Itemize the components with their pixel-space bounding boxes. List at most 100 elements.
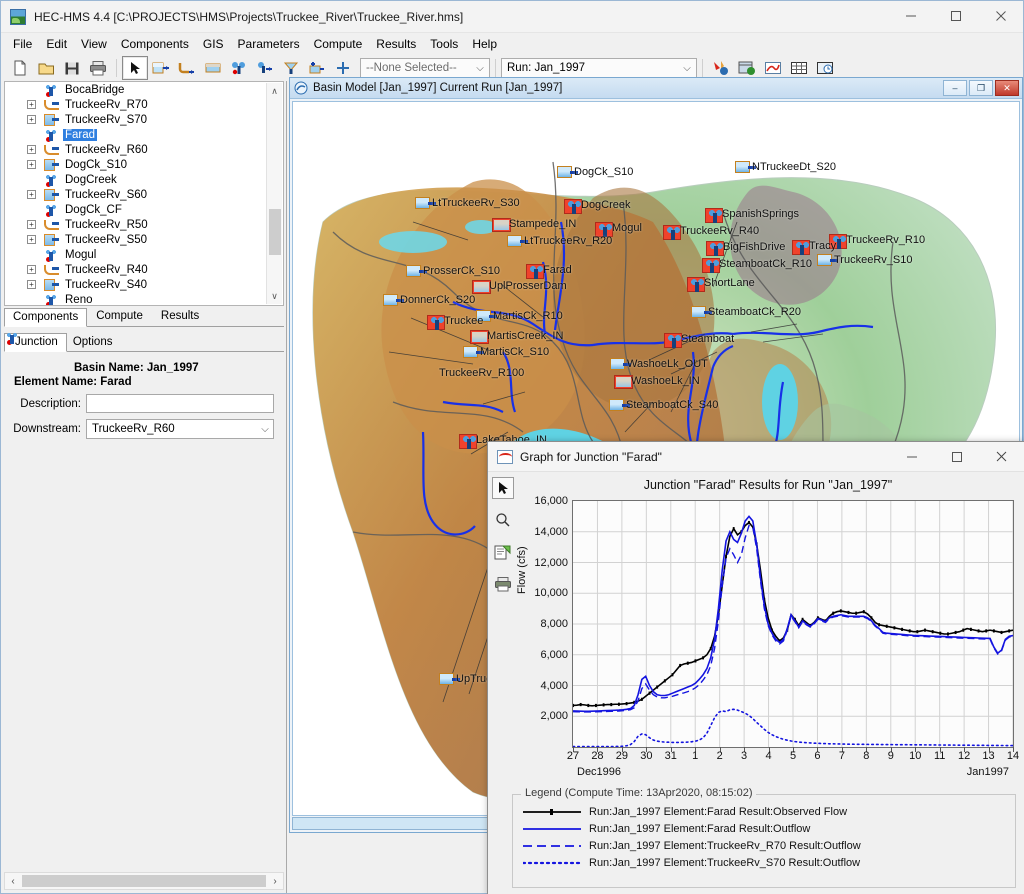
scrollbar-thumb[interactable]	[269, 209, 281, 255]
menu-components[interactable]: Components	[114, 35, 196, 53]
tab-compute[interactable]: Compute	[87, 307, 152, 326]
expand-icon[interactable]: +	[27, 115, 36, 124]
subbasin-icon[interactable]	[610, 358, 625, 370]
junction-icon[interactable]	[664, 333, 682, 348]
expand-icon[interactable]: +	[27, 100, 36, 109]
maximize-button[interactable]	[933, 1, 978, 32]
magnifier-icon[interactable]	[492, 509, 514, 531]
tree-item-truckeerv_r70[interactable]: +TruckeeRv_R70	[5, 97, 283, 112]
scroll-right-arrow[interactable]: ›	[267, 876, 283, 887]
tree-item-reno[interactable]: Reno	[5, 292, 283, 306]
arrow-select-icon[interactable]	[122, 56, 148, 80]
new-project-icon[interactable]	[7, 56, 33, 80]
expand-icon[interactable]: +	[27, 145, 36, 154]
scroll-down-arrow[interactable]: ∨	[267, 288, 282, 304]
tree-item-truckeerv_r50[interactable]: +TruckeeRv_R50	[5, 217, 283, 232]
tree-item-truckeerv_s60[interactable]: +TruckeeRv_S60	[5, 187, 283, 202]
menu-file[interactable]: File	[6, 35, 39, 53]
junction-icon[interactable]	[459, 434, 477, 449]
junction-icon[interactable]	[705, 208, 723, 223]
subbasin-icon[interactable]	[609, 399, 624, 411]
open-project-icon[interactable]	[33, 56, 59, 80]
subbasin-icon[interactable]	[691, 306, 706, 318]
basin-minimize-button[interactable]: –	[943, 80, 967, 96]
graph-minimize-button[interactable]	[889, 442, 934, 471]
junction-icon[interactable]	[706, 241, 724, 256]
junction-icon[interactable]	[702, 258, 720, 273]
subbasin-icon[interactable]	[557, 166, 572, 178]
junction-tool-icon[interactable]	[226, 56, 252, 80]
chart-plot-box[interactable]: 2,0004,0006,0008,00010,00012,00014,00016…	[572, 500, 1014, 748]
subbasin-icon[interactable]	[383, 294, 398, 306]
expand-icon[interactable]: +	[27, 190, 36, 199]
run-select-combo[interactable]: Run: Jan_1997 ⌵	[501, 58, 697, 78]
subbasin-icon[interactable]	[507, 235, 522, 247]
junction-icon[interactable]	[526, 264, 544, 279]
tree-item-farad[interactable]: Farad	[5, 127, 283, 142]
arrow-pointer-icon[interactable]	[492, 477, 514, 499]
menu-help[interactable]: Help	[465, 35, 504, 53]
tree-item-dogck_s10[interactable]: +DogCk_S10	[5, 157, 283, 172]
description-field[interactable]	[86, 394, 274, 413]
menu-tools[interactable]: Tools	[423, 35, 465, 53]
scroll-up-arrow[interactable]: ∧	[267, 83, 282, 99]
print-icon[interactable]	[492, 573, 514, 595]
watershed-explorer-tree[interactable]: BocaBridge+TruckeeRv_R70+TruckeeRv_S70Fa…	[4, 81, 284, 306]
tree-item-truckeerv_r40[interactable]: +TruckeeRv_R40	[5, 262, 283, 277]
menu-compute[interactable]: Compute	[307, 35, 370, 53]
tree-item-truckeerv_s40[interactable]: +TruckeeRv_S40	[5, 277, 283, 292]
subbasin-icon[interactable]	[735, 161, 750, 173]
menu-gis[interactable]: GIS	[196, 35, 231, 53]
tree-item-dogck_cf[interactable]: DogCk_CF	[5, 202, 283, 217]
tab-results[interactable]: Results	[152, 307, 208, 326]
subbasin-icon[interactable]	[817, 254, 832, 266]
subbasin-tool-icon[interactable]	[148, 56, 174, 80]
junction-icon[interactable]	[792, 240, 810, 255]
basin-close-button[interactable]: ✕	[995, 80, 1019, 96]
subbasin-icon[interactable]	[415, 197, 430, 209]
expand-icon[interactable]: +	[27, 160, 36, 169]
minimize-button[interactable]	[888, 1, 933, 32]
tree-item-truckeerv_s50[interactable]: +TruckeeRv_S50	[5, 232, 283, 247]
tree-item-dogcreek[interactable]: DogCreek	[5, 172, 283, 187]
element-select-combo[interactable]: --None Selected-- ⌵	[360, 58, 490, 78]
tab-components[interactable]: Components	[4, 308, 87, 327]
menu-results[interactable]: Results	[369, 35, 423, 53]
tree-item-truckeerv_s70[interactable]: +TruckeeRv_S70	[5, 112, 283, 127]
tree-vertical-scrollbar[interactable]: ∧ ∨	[266, 83, 282, 304]
expand-icon[interactable]: +	[27, 280, 36, 289]
tree-item-truckeerv_r60[interactable]: +TruckeeRv_R60	[5, 142, 283, 157]
junction-icon[interactable]	[663, 225, 681, 240]
diversion-tool-icon[interactable]	[252, 56, 278, 80]
subbasin-icon[interactable]	[463, 346, 478, 358]
scroll-left-arrow[interactable]: ‹	[5, 876, 21, 887]
tree-item-bocabridge[interactable]: BocaBridge	[5, 82, 283, 97]
menu-parameters[interactable]: Parameters	[231, 35, 307, 53]
tab-options[interactable]: Options	[67, 334, 121, 351]
subbasin-icon[interactable]	[439, 673, 454, 685]
close-button[interactable]	[978, 1, 1023, 32]
junction-icon[interactable]	[564, 199, 582, 214]
save-project-icon[interactable]	[59, 56, 85, 80]
copy-to-clipboard-icon[interactable]	[492, 541, 514, 563]
graph-maximize-button[interactable]	[934, 442, 979, 471]
reach-tool-icon[interactable]	[174, 56, 200, 80]
junction-icon	[43, 248, 60, 262]
expand-icon[interactable]: +	[27, 265, 36, 274]
graph-close-button[interactable]	[979, 442, 1024, 471]
scrollbar-thumb[interactable]	[22, 875, 266, 887]
tree-item-mogul[interactable]: Mogul	[5, 247, 283, 262]
junction-icon[interactable]	[687, 277, 705, 292]
junction-icon[interactable]	[427, 315, 445, 330]
expand-icon[interactable]: +	[27, 220, 36, 229]
subbasin-icon[interactable]	[406, 265, 421, 277]
reservoir-tool-icon[interactable]	[200, 56, 226, 80]
tab-junction[interactable]: Junction	[4, 333, 67, 352]
menu-view[interactable]: View	[74, 35, 114, 53]
basin-restore-button[interactable]: ❐	[969, 80, 993, 96]
left-panel-horizontal-scrollbar[interactable]: ‹ ›	[4, 872, 284, 890]
menu-edit[interactable]: Edit	[39, 35, 74, 53]
print-icon[interactable]	[85, 56, 111, 80]
expand-icon[interactable]: +	[27, 235, 36, 244]
downstream-select[interactable]: TruckeeRv_R60 ⌵	[86, 419, 274, 439]
